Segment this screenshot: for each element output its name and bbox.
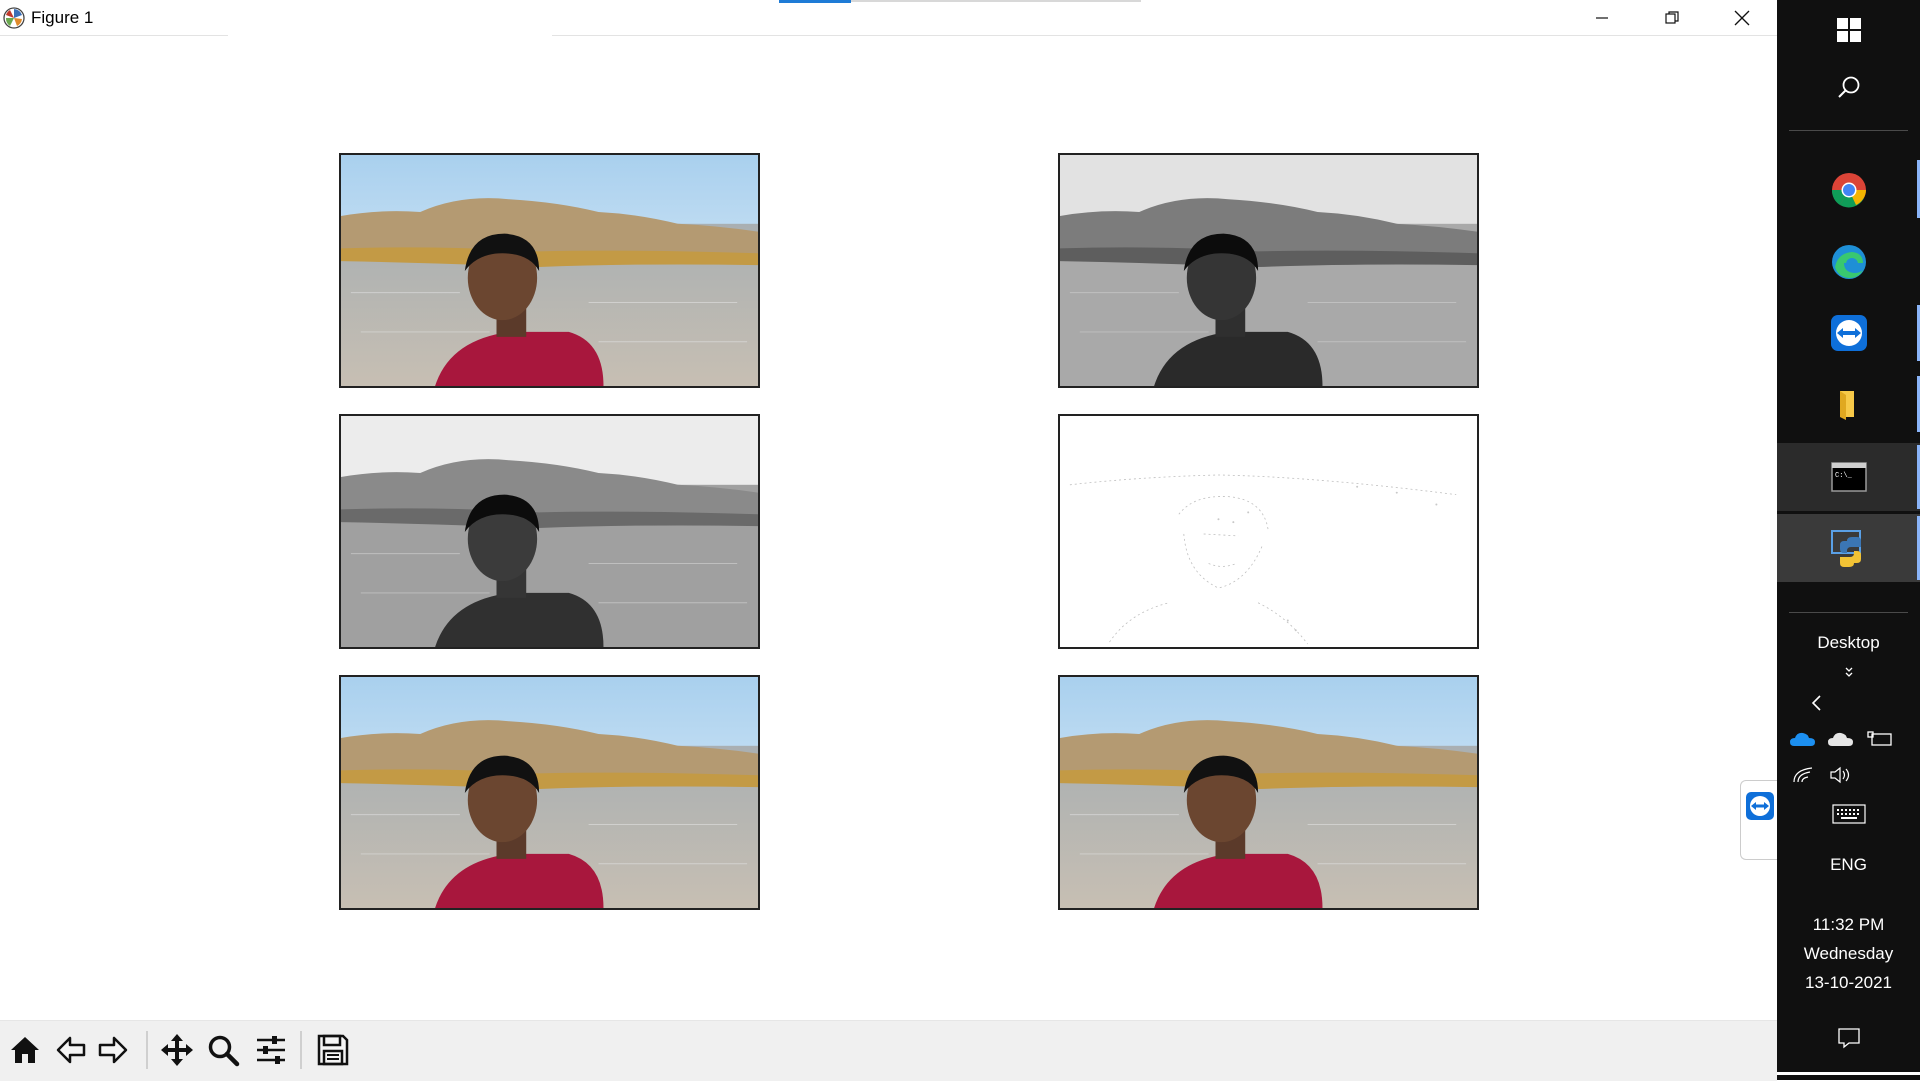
portrait-photo-gray-2 xyxy=(341,416,758,647)
subplot-edge-image xyxy=(1058,414,1479,649)
language-label: ENG xyxy=(1830,855,1867,874)
onedrive-white-icon xyxy=(1828,732,1853,746)
taskbar-python[interactable] xyxy=(1777,514,1920,582)
wifi-icon xyxy=(1793,767,1813,783)
onedrive-button[interactable] xyxy=(1786,726,1820,752)
folder-icon xyxy=(1839,391,1854,420)
svg-text:C:\_: C:\_ xyxy=(1835,472,1853,480)
speaker-icon xyxy=(1830,766,1850,784)
configure-subplots-button[interactable] xyxy=(250,1029,292,1071)
search-button[interactable] xyxy=(1777,66,1920,110)
close-button[interactable] xyxy=(1707,0,1777,36)
subplot-color-image-4 xyxy=(1058,675,1479,910)
pan-icon xyxy=(161,1034,193,1066)
taskbar-file-explorer[interactable] xyxy=(1777,374,1920,434)
restore-button[interactable] xyxy=(1637,0,1707,36)
desktop-label: Desktop xyxy=(1817,633,1880,652)
configure-subplots-icon xyxy=(257,1036,285,1064)
taskbar-teamviewer[interactable] xyxy=(1777,303,1920,363)
forward-button[interactable] xyxy=(92,1029,134,1071)
teamviewer-quickconnect-tab[interactable] xyxy=(1740,780,1778,860)
save-button[interactable] xyxy=(312,1029,354,1071)
subplot-color-image-3 xyxy=(339,675,760,910)
figure-canvas[interactable] xyxy=(0,36,1777,1020)
edge-detection-sketch xyxy=(1060,416,1477,647)
subplot-grayscale-image-2 xyxy=(339,414,760,649)
home-button[interactable] xyxy=(4,1029,46,1071)
chrome-icon xyxy=(1831,173,1866,208)
double-chevron-down-icon xyxy=(1845,667,1852,677)
portrait-photo-color xyxy=(341,155,758,386)
taskbar-divider xyxy=(1789,130,1908,131)
toolbar-separator xyxy=(146,1031,148,1069)
notification-icon xyxy=(1837,1028,1860,1049)
teamviewer-icon xyxy=(1830,315,1867,351)
active-tab-indicator xyxy=(779,0,851,3)
python-icon xyxy=(1830,530,1861,567)
desktop-toolbar[interactable]: Desktop xyxy=(1777,630,1920,656)
battery-button[interactable] xyxy=(1863,726,1897,752)
clock-date: 13-10-2021 xyxy=(1805,973,1892,992)
windows-logo-icon xyxy=(1836,18,1861,42)
home-icon xyxy=(11,1037,39,1063)
taskbar-divider xyxy=(1789,612,1908,613)
search-icon xyxy=(1837,76,1859,98)
subplot-original-image xyxy=(339,153,760,388)
clock-time: 11:32 PM xyxy=(1812,915,1885,934)
network-button[interactable] xyxy=(1786,762,1820,788)
navigation-toolbar xyxy=(0,1020,1777,1081)
action-center-button[interactable] xyxy=(1777,1018,1920,1058)
subplot-grayscale-image xyxy=(1058,153,1479,388)
show-hidden-icons-button[interactable] xyxy=(1797,690,1837,716)
taskbar-bottom-edge xyxy=(1777,1072,1920,1075)
taskbar-command-prompt[interactable]: C:\_ xyxy=(1777,443,1920,511)
clock-day: Wednesday xyxy=(1803,944,1894,963)
teamviewer-icon xyxy=(1746,792,1774,820)
minimize-icon xyxy=(1596,17,1608,19)
battery-icon xyxy=(1867,731,1892,746)
terminal-icon: C:\_ xyxy=(1830,462,1867,492)
matplotlib-app-icon xyxy=(3,7,25,29)
taskbar-chrome[interactable] xyxy=(1777,160,1920,220)
portrait-photo-gray xyxy=(1060,155,1477,386)
save-icon xyxy=(317,1034,349,1066)
zoom-icon xyxy=(208,1035,240,1067)
onedrive-personal-button[interactable] xyxy=(1824,726,1858,752)
restore-icon xyxy=(1665,11,1679,24)
tab-divider xyxy=(851,0,1141,2)
back-arrow-icon xyxy=(56,1036,86,1064)
language-indicator[interactable]: ENG xyxy=(1777,852,1920,878)
touch-keyboard-button[interactable] xyxy=(1777,800,1920,828)
back-button[interactable] xyxy=(50,1029,92,1071)
volume-button[interactable] xyxy=(1824,762,1858,788)
portrait-photo-color-4 xyxy=(1060,677,1477,908)
windows-taskbar: C:\_ Desktop ENG 11:32 PM Wednesday 13-1… xyxy=(1777,0,1920,1080)
taskbar-edge[interactable] xyxy=(1777,232,1920,292)
desktop-expand-button[interactable] xyxy=(1777,660,1920,684)
forward-arrow-icon xyxy=(98,1036,128,1064)
edge-icon xyxy=(1831,245,1866,279)
keyboard-icon xyxy=(1831,804,1866,824)
pan-button[interactable] xyxy=(156,1029,198,1071)
figure-window: Figure 1 xyxy=(0,0,1777,1081)
taskbar-clock[interactable]: 11:32 PM Wednesday 13-10-2021 xyxy=(1777,910,1920,997)
minimize-button[interactable] xyxy=(1567,0,1637,36)
close-icon xyxy=(1734,10,1750,26)
zoom-button[interactable] xyxy=(202,1029,244,1071)
title-bar[interactable]: Figure 1 xyxy=(0,0,1777,36)
chevron-left-icon xyxy=(1811,695,1821,711)
start-button[interactable] xyxy=(1777,8,1920,52)
window-title: Figure 1 xyxy=(31,8,94,27)
toolbar-separator xyxy=(300,1031,302,1069)
onedrive-blue-icon xyxy=(1790,732,1815,746)
portrait-photo-color-3 xyxy=(341,677,758,908)
